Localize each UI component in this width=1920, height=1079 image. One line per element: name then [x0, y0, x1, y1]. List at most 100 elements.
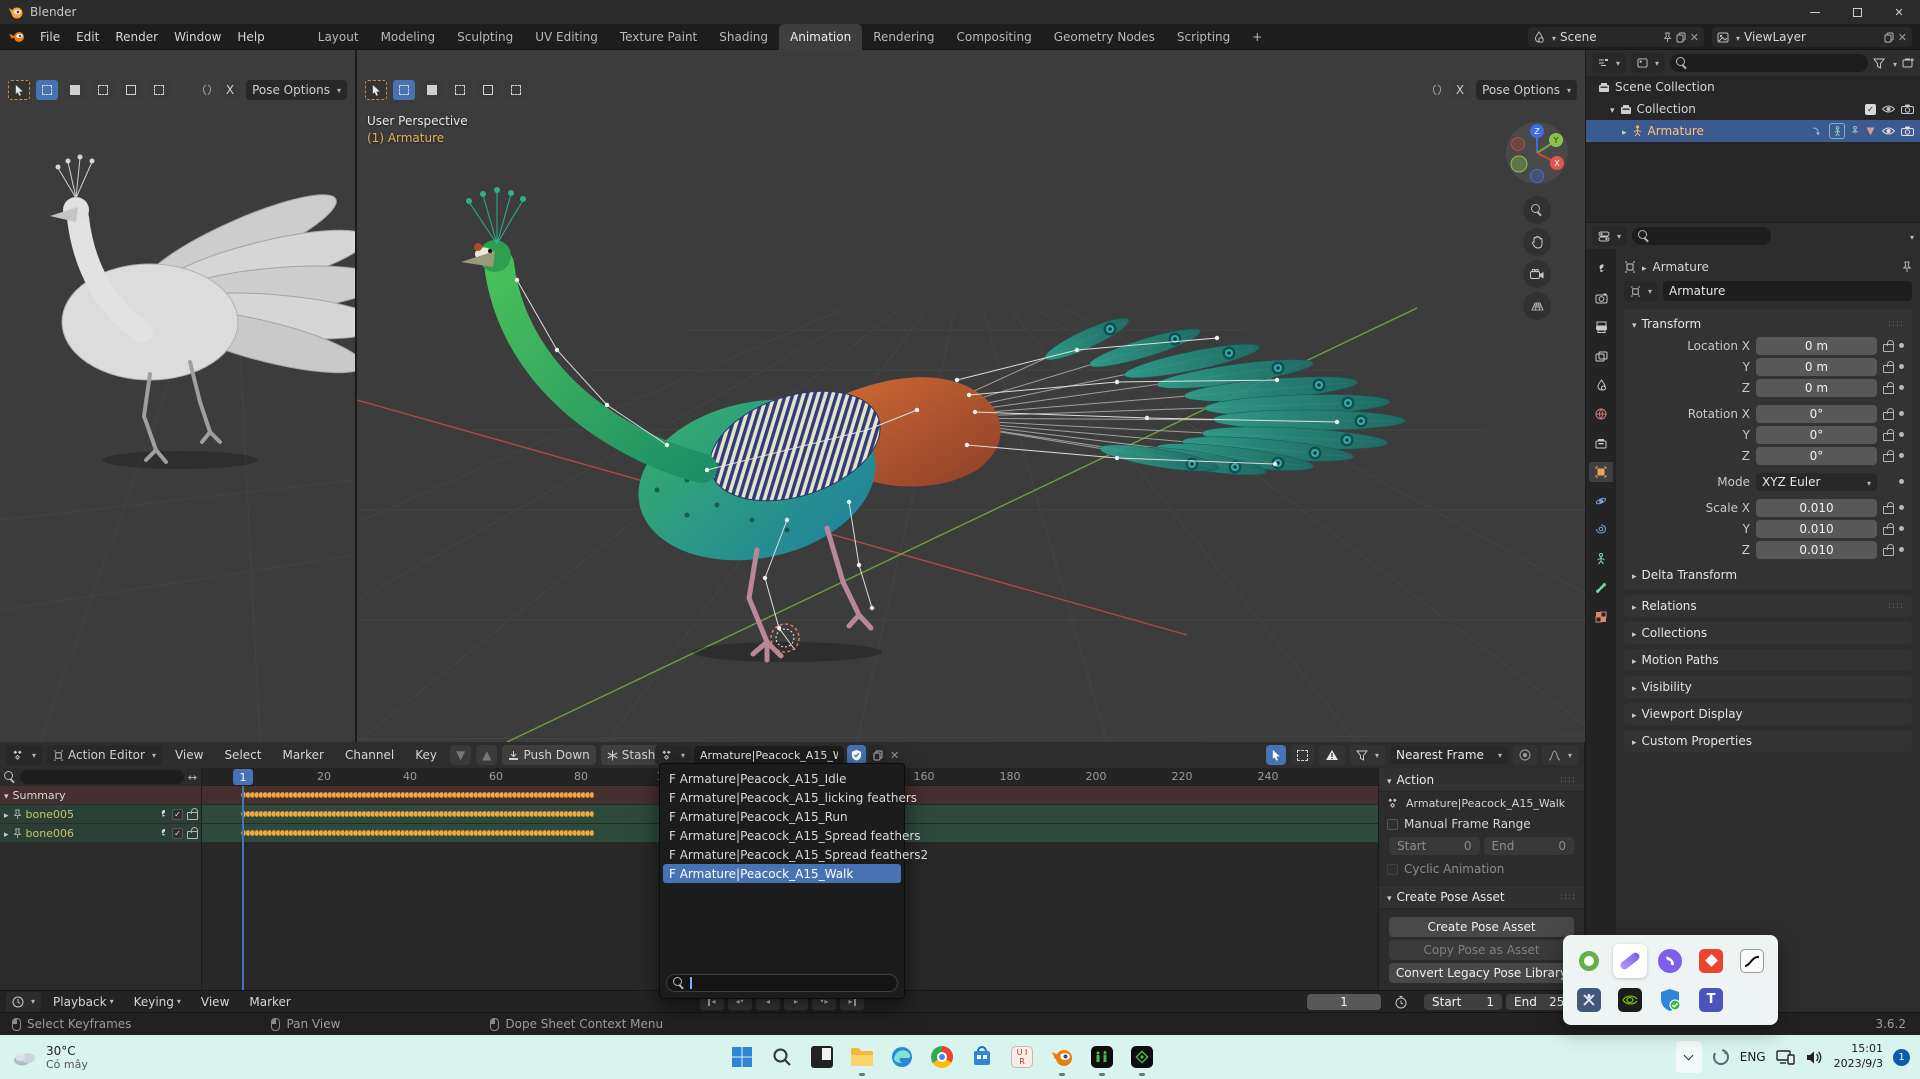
- only-selected-toggle[interactable]: [1265, 745, 1286, 765]
- filter-dropdown[interactable]: [1890, 56, 1897, 70]
- menu-render[interactable]: Render: [107, 25, 166, 49]
- filter-icon[interactable]: [1872, 58, 1885, 69]
- rotation-x-field[interactable]: 0°: [1756, 404, 1877, 423]
- select-mode-box-button[interactable]: [36, 80, 58, 100]
- frame-end-field[interactable]: End 0: [1483, 837, 1574, 855]
- menu-help[interactable]: Help: [229, 25, 272, 49]
- lock-icon[interactable]: [1883, 408, 1894, 420]
- rotation-y-field[interactable]: 0°: [1756, 425, 1877, 444]
- timeline-editor-type-button[interactable]: [6, 991, 42, 1012]
- channel-summary[interactable]: Summary: [0, 786, 201, 804]
- manual-frame-range-checkbox[interactable]: [1387, 818, 1398, 830]
- toggle-ortho-button[interactable]: [1523, 292, 1551, 320]
- current-frame-line[interactable]: [242, 786, 244, 990]
- select-mode-extend-button[interactable]: [421, 80, 443, 100]
- location-y-field[interactable]: 0 m: [1756, 357, 1877, 376]
- current-frame-field[interactable]: 1: [1307, 993, 1381, 1010]
- scale-x-field[interactable]: 0.010: [1756, 498, 1877, 517]
- browse-action-button[interactable]: [655, 745, 692, 765]
- expand-search-icon[interactable]: ↔: [188, 771, 197, 784]
- action-panel-header[interactable]: Action::::: [1379, 768, 1584, 792]
- lock-icon[interactable]: [1883, 361, 1894, 373]
- select-mode-invert-button[interactable]: [477, 80, 499, 100]
- clock-widget[interactable]: 15:01 2023/9/3: [1834, 1042, 1883, 1072]
- modifier-wrench-icon[interactable]: [158, 809, 168, 819]
- remove-viewlayer-icon[interactable]: ✕: [1898, 31, 1907, 44]
- tab-rendering[interactable]: Rendering: [862, 24, 945, 50]
- select-mode-box-button[interactable]: [393, 80, 415, 100]
- unlink-scene-icon[interactable]: ✕: [1690, 31, 1699, 44]
- tab-world-icon[interactable]: [1589, 404, 1613, 424]
- lock-icon[interactable]: [1883, 382, 1894, 394]
- tab-compositing[interactable]: Compositing: [945, 24, 1042, 50]
- menu-view[interactable]: View: [167, 743, 211, 767]
- delta-transform-panel[interactable]: Delta Transform: [1632, 564, 1904, 586]
- motion-paths-panel[interactable]: Motion Paths: [1624, 649, 1912, 671]
- animate-dot[interactable]: [1899, 479, 1904, 484]
- channel-lock-icon[interactable]: [187, 808, 198, 820]
- copy-pose-as-asset-button[interactable]: Copy Pose as Asset: [1389, 940, 1574, 960]
- dropdown-item[interactable]: F Armature|Peacock_A15_Spread feathers2: [663, 845, 928, 864]
- new-collection-icon[interactable]: [1902, 57, 1914, 69]
- camera-view-button[interactable]: [1523, 260, 1551, 288]
- animate-dot[interactable]: [1899, 453, 1904, 458]
- zoom-button[interactable]: [1523, 196, 1551, 224]
- outliner-row-scene-collection[interactable]: Scene Collection: [1586, 76, 1920, 98]
- hide-eye-icon[interactable]: [1881, 126, 1896, 136]
- dope-sheet-mode-select[interactable]: Action Editor: [47, 745, 162, 765]
- menu-select[interactable]: Select: [216, 743, 269, 767]
- object-name-field[interactable]: Armature: [1663, 281, 1912, 301]
- move-up-button[interactable]: ▲: [476, 745, 498, 765]
- edge-icon[interactable]: [889, 1044, 915, 1070]
- blender-taskbar-icon[interactable]: [1049, 1044, 1075, 1076]
- menu-edit[interactable]: Edit: [68, 25, 107, 49]
- start-button[interactable]: [729, 1044, 755, 1070]
- viewport-secondary[interactable]: Pose Mode Global X Pose Options: [0, 50, 356, 742]
- lock-icon[interactable]: [1883, 429, 1894, 441]
- game-app-2-icon[interactable]: [1129, 1044, 1155, 1076]
- blue-3d-app-icon[interactable]: [1572, 983, 1606, 1017]
- channel-bone006[interactable]: bone006 ✓: [0, 824, 201, 842]
- menu-view[interactable]: View: [193, 992, 237, 1012]
- menu-keying[interactable]: Keying: [126, 992, 189, 1012]
- lock-icon[interactable]: [1883, 502, 1894, 514]
- properties-options-dropdown[interactable]: [1907, 229, 1914, 243]
- animate-dot[interactable]: [1899, 343, 1904, 348]
- scale-z-field[interactable]: 0.010: [1756, 540, 1877, 559]
- tab-render-icon[interactable]: [1589, 288, 1613, 308]
- tab-sculpting[interactable]: Sculpting: [446, 24, 524, 50]
- select-mode-intersect-button[interactable]: [148, 80, 170, 100]
- select-mode-extend-button[interactable]: [64, 80, 86, 100]
- tab-collection-icon[interactable]: [1589, 433, 1613, 453]
- menu-window[interactable]: Window: [166, 25, 229, 49]
- dropdown-item[interactable]: F Armature|Peacock_A15_Spread feathers: [663, 826, 921, 845]
- animate-dot[interactable]: [1899, 526, 1904, 531]
- tab-object-data-icon[interactable]: [1589, 549, 1613, 569]
- tab-texture-paint[interactable]: Texture Paint: [609, 24, 708, 50]
- tab-physics-icon[interactable]: [1589, 491, 1613, 511]
- expand-icon[interactable]: [1610, 102, 1615, 116]
- relations-panel[interactable]: Relations::::: [1624, 595, 1912, 617]
- tab-scene-icon[interactable]: [1589, 375, 1613, 395]
- tab-modeling[interactable]: Modeling: [370, 24, 447, 50]
- tray-chevron-button[interactable]: [1675, 1041, 1702, 1073]
- dark-app-icon[interactable]: [809, 1044, 835, 1070]
- tab-geometry-nodes[interactable]: Geometry Nodes: [1043, 24, 1166, 50]
- teams-icon[interactable]: T: [1694, 983, 1728, 1017]
- navigation-gizmo[interactable]: Z Y X: [1504, 120, 1570, 186]
- red-app-icon[interactable]: [1694, 944, 1728, 978]
- pin-icon[interactable]: [13, 828, 22, 839]
- new-action-button[interactable]: [869, 745, 888, 765]
- object-id-icon[interactable]: [1624, 281, 1659, 301]
- move-down-button[interactable]: ▼: [449, 745, 472, 765]
- pin-icon[interactable]: [1663, 32, 1672, 43]
- tab-scripting[interactable]: Scripting: [1166, 24, 1241, 50]
- animate-dot[interactable]: [1899, 547, 1904, 552]
- current-frame-badge[interactable]: 1: [233, 769, 253, 785]
- animate-dot[interactable]: [1899, 432, 1904, 437]
- disable-render-camera-icon[interactable]: [1901, 126, 1914, 136]
- menu-channel[interactable]: Channel: [337, 743, 402, 767]
- collections-panel[interactable]: Collections: [1624, 622, 1912, 644]
- create-pose-asset-panel-header[interactable]: Create Pose Asset::::: [1379, 885, 1584, 909]
- dropdown-item-selected[interactable]: F Armature|Peacock_A15_Walk: [663, 864, 901, 883]
